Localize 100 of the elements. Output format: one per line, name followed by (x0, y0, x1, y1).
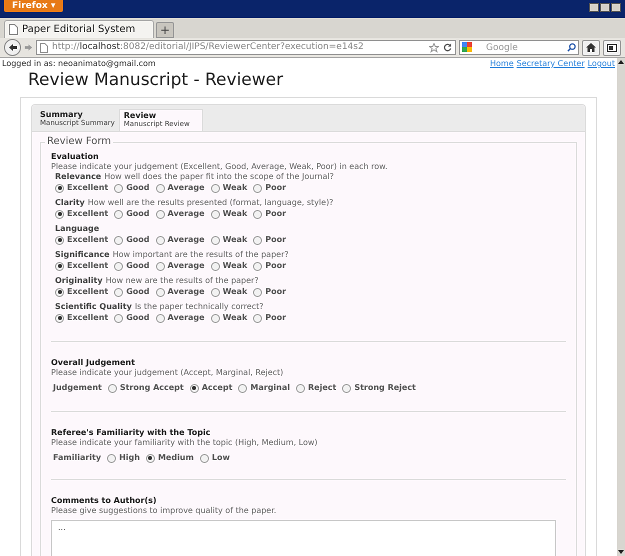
section-title: Comments to Author(s) (51, 496, 158, 506)
bookmarks-button[interactable] (603, 40, 621, 56)
radio-button[interactable] (156, 210, 165, 218)
radio-button[interactable] (114, 210, 124, 218)
radio-button[interactable] (156, 236, 165, 244)
section-hint: Please indicate your judgement (Accept, Marginal, Reject) (51, 368, 284, 378)
option-label: Poor (265, 209, 286, 219)
radio-button[interactable] (114, 262, 124, 270)
section-hint: Please indicate your familiarity with the topic (High, Medium, Low) (51, 438, 319, 448)
criterion-question: Is the paper technically correct? (134, 302, 264, 312)
radio-button[interactable] (156, 288, 165, 296)
radio-button[interactable] (156, 314, 165, 322)
option-label: Weak (222, 235, 248, 245)
bookmarks-icon (607, 44, 617, 52)
option-label: Good (126, 235, 150, 245)
option-label: Poor (265, 235, 286, 245)
radio-button[interactable] (210, 210, 220, 218)
scrollbar[interactable] (617, 58, 625, 556)
radio-selected[interactable] (55, 184, 64, 192)
back-arrow-icon (8, 43, 18, 52)
back-button[interactable] (4, 39, 21, 56)
radio-selected[interactable] (146, 454, 155, 462)
criterion-label: Significance (55, 250, 110, 260)
radio-selected[interactable] (55, 288, 64, 296)
criterion-label: Originality (55, 276, 103, 286)
option-label: Accept (202, 383, 232, 393)
radio-button[interactable] (108, 384, 117, 392)
radio-button[interactable] (107, 454, 116, 462)
criterion-label: Language (55, 224, 100, 234)
option-label: Weak (222, 261, 248, 271)
option-label: Excellent (67, 183, 108, 193)
radio-button[interactable] (210, 262, 220, 270)
option-label: Reject (308, 383, 336, 393)
forward-arrow-icon[interactable] (24, 43, 33, 52)
option-label: Marginal (250, 383, 290, 393)
radio-button[interactable] (253, 236, 262, 244)
radio-button[interactable] (114, 314, 124, 322)
home-button[interactable] (582, 40, 600, 56)
radio-button[interactable] (296, 384, 305, 392)
radio-button[interactable] (114, 288, 124, 296)
criterion-label: Scientific Quality (55, 302, 132, 312)
section-title: Evaluation (51, 152, 100, 162)
radio-button[interactable] (253, 314, 262, 322)
criterion-question: How new are the results of the paper? (106, 276, 259, 286)
search-field[interactable]: Google (459, 40, 579, 55)
nav-link[interactable]: Secretary Center (516, 59, 585, 69)
window-controls-drawing[interactable] (589, 3, 621, 12)
reload-icon[interactable] (443, 43, 452, 52)
option-label: Strong Accept (120, 383, 184, 393)
radio-selected[interactable] (55, 262, 64, 270)
option-label: Poor (265, 287, 286, 297)
new-tab-button[interactable]: + (156, 22, 174, 38)
radio-button[interactable] (253, 262, 262, 270)
address-bar[interactable]: http://localhost:8082/editorial/JIPS/ReviewerCenter?execution=e14s2 (36, 40, 456, 55)
option-label: Poor (265, 313, 286, 323)
radio-button[interactable] (156, 262, 165, 270)
radio-button[interactable] (253, 184, 262, 192)
star-icon[interactable] (429, 42, 439, 52)
criterion-question: How important are the results of the paper? (112, 250, 289, 260)
option-label: Excellent (67, 261, 108, 271)
option-label: Poor (265, 183, 286, 193)
radio-button[interactable] (210, 184, 220, 192)
radio-button[interactable] (253, 288, 262, 296)
criterion-label: Clarity (55, 198, 85, 208)
radio-button[interactable] (238, 384, 248, 392)
option-label: Average (168, 183, 205, 193)
section-title: Referee's Familiarity with the Topic (51, 428, 212, 438)
criterion-label: Relevance (55, 172, 102, 182)
nav-link[interactable]: Logout (588, 59, 615, 69)
option-label: Good (126, 183, 150, 193)
browser-tab[interactable]: Paper Editorial System (4, 20, 154, 38)
radio-button[interactable] (210, 236, 220, 244)
field-label: Familiarity (53, 453, 102, 463)
option-label: Average (168, 235, 205, 245)
section-title: Overall Judgement (51, 358, 136, 368)
option-label: Excellent (67, 235, 108, 245)
radio-button[interactable] (114, 184, 124, 192)
comments-field[interactable]: ... (51, 520, 556, 556)
option-label: Good (126, 261, 150, 271)
radio-selected[interactable] (55, 314, 64, 322)
option-label: Strong Reject (354, 383, 416, 393)
option-label: Medium (158, 453, 194, 463)
radio-button[interactable] (253, 210, 262, 218)
radio-selected[interactable] (190, 384, 199, 392)
option-label: Excellent (67, 287, 108, 297)
radio-button[interactable] (210, 314, 220, 322)
radio-selected[interactable] (55, 236, 64, 244)
nav-link[interactable]: Home (490, 59, 514, 69)
option-label: Low (212, 453, 230, 463)
criterion-question: How well are the results presented (format, language, style)? (88, 198, 334, 208)
radio-button[interactable] (200, 454, 209, 462)
home-icon (586, 43, 596, 52)
radio-selected[interactable] (55, 210, 64, 218)
radio-button[interactable] (342, 384, 352, 392)
radio-button[interactable] (210, 288, 220, 296)
search-icon[interactable] (567, 43, 576, 52)
option-label: Poor (265, 261, 286, 271)
scroll-down-icon[interactable] (617, 548, 625, 556)
radio-button[interactable] (114, 236, 124, 244)
radio-button[interactable] (156, 184, 165, 192)
